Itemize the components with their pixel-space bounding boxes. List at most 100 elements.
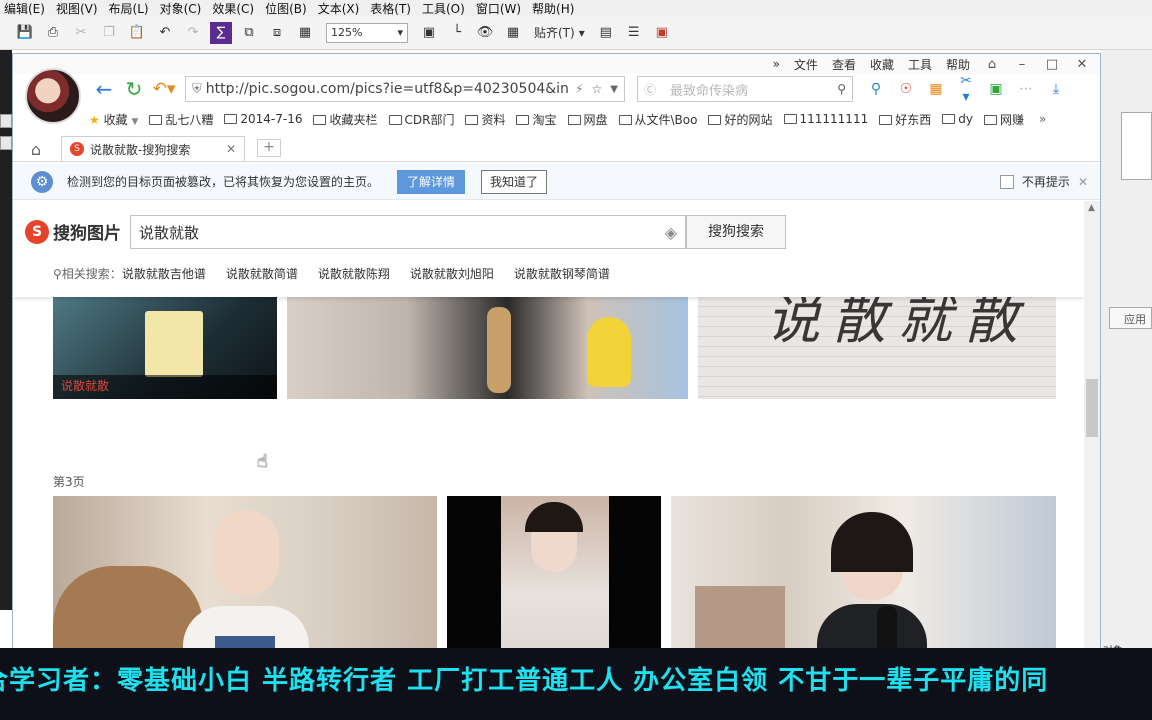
- bookmark-folder[interactable]: 资料: [465, 111, 505, 128]
- bookmark-folder[interactable]: 网赚: [983, 111, 1024, 128]
- menu-more-icon[interactable]: »: [773, 57, 780, 71]
- back-arrow-icon[interactable]: ←: [89, 77, 119, 101]
- related-link[interactable]: 说散就散钢琴简谱: [514, 265, 610, 282]
- skin-icon[interactable]: ⌂: [984, 57, 1000, 72]
- launcher-icon[interactable]: ∑: [210, 21, 232, 44]
- close-icon[interactable]: ✕: [1074, 57, 1090, 72]
- browser-menu-tools[interactable]: 工具: [908, 56, 932, 73]
- bookmark-folder[interactable]: 111111111: [783, 112, 868, 126]
- result-image-calligraphy[interactable]: 说散就散: [698, 297, 1056, 399]
- close-notice-icon[interactable]: ✕: [1078, 175, 1088, 189]
- app-menu-edit[interactable]: 编辑(E): [0, 0, 52, 17]
- result-image-girl-bear[interactable]: [53, 496, 437, 652]
- url-bar[interactable]: ⛨ http://pic.sogou.com/pics?ie=utf8&p=40…: [185, 76, 625, 102]
- learn-more-button[interactable]: 了解详情: [397, 169, 466, 194]
- ext-office-icon[interactable]: ▦: [927, 81, 945, 97]
- related-link[interactable]: 说散就散陈翔: [318, 265, 390, 282]
- new-tab-button[interactable]: +: [257, 139, 281, 157]
- view-icon[interactable]: 👁: [474, 22, 496, 44]
- ext-game-icon[interactable]: ▣: [987, 81, 1005, 97]
- image-search-input[interactable]: 说散就散 ◈: [130, 215, 686, 249]
- app-menu-layout[interactable]: 布局(L): [105, 0, 156, 17]
- apply-button[interactable]: 应用: [1109, 307, 1152, 329]
- copy-icon[interactable]: ❐: [98, 22, 120, 44]
- bookmark-folder[interactable]: 2014-7-16: [224, 112, 302, 126]
- monitor-icon[interactable]: ▣: [651, 22, 673, 44]
- bookmark-folder[interactable]: 好的网站: [708, 111, 773, 128]
- refresh-icon[interactable]: ↻: [119, 77, 149, 101]
- result-image-singer-room[interactable]: [287, 297, 688, 399]
- app-menu-window[interactable]: 窗口(W): [472, 0, 528, 17]
- page-thumbnail[interactable]: [1121, 112, 1152, 180]
- dont-remind-checkbox[interactable]: [999, 174, 1014, 189]
- result-image-girl-glasses[interactable]: [447, 496, 661, 652]
- search-icon[interactable]: ⚲: [837, 82, 846, 96]
- tab-active[interactable]: S 说散就散-搜狗搜索 ✕: [61, 136, 245, 161]
- rulers-icon[interactable]: └: [446, 22, 468, 44]
- sogou-logo[interactable]: S 搜狗图片: [25, 219, 121, 244]
- close-tab-icon[interactable]: ✕: [226, 142, 236, 156]
- search-engine-icon[interactable]: Ⓒ: [644, 81, 656, 98]
- home-icon[interactable]: ⌂: [21, 137, 51, 161]
- bookmark-favorites[interactable]: ★ 收藏 ▼: [89, 111, 138, 128]
- browser-menu-help[interactable]: 帮助: [946, 56, 970, 73]
- app-menu-text[interactable]: 文本(X): [314, 0, 367, 17]
- app-menu-tools[interactable]: 工具(O): [418, 0, 472, 17]
- lightning-icon[interactable]: ⚡: [575, 82, 583, 96]
- settings-icon[interactable]: ☰: [623, 22, 645, 44]
- related-link[interactable]: 说散就散吉他谱: [122, 267, 206, 281]
- undo-icon[interactable]: ↶: [154, 22, 176, 44]
- app-menu-effects[interactable]: 效果(C): [208, 0, 261, 17]
- browser-search-box[interactable]: Ⓒ 最致命传染病 ⚲: [637, 76, 853, 102]
- star-icon[interactable]: ☆: [592, 82, 603, 96]
- options-icon[interactable]: ▤: [595, 22, 617, 44]
- paste-icon[interactable]: 📋: [126, 22, 148, 44]
- result-image-tea[interactable]: 说散就散: [53, 297, 277, 399]
- bookmark-folder[interactable]: 好东西: [879, 111, 931, 128]
- redo-icon[interactable]: ↷: [182, 22, 204, 44]
- related-link[interactable]: 说散就散简谱: [226, 265, 298, 282]
- app-menu-view[interactable]: 视图(V): [52, 0, 105, 17]
- camera-icon[interactable]: ◈: [665, 223, 677, 242]
- panel-tab[interactable]: [0, 136, 12, 150]
- grid-icon[interactable]: ▦: [502, 22, 524, 44]
- undo-close-icon[interactable]: ↶▾: [149, 77, 179, 101]
- got-it-button[interactable]: 我知道了: [481, 169, 548, 194]
- publish-icon[interactable]: ▦: [294, 22, 316, 44]
- app-menu-help[interactable]: 帮助(H): [528, 0, 581, 17]
- user-avatar[interactable]: [25, 68, 81, 124]
- save-icon[interactable]: 💾: [14, 22, 36, 44]
- screenshot-icon[interactable]: ✂▾: [957, 73, 975, 105]
- bookmark-folder[interactable]: dy: [942, 112, 973, 126]
- print-icon[interactable]: ⎙: [42, 22, 64, 44]
- app-menu-bitmaps[interactable]: 位图(B): [261, 0, 314, 17]
- result-image-girl-studio[interactable]: [671, 496, 1056, 652]
- bookmarks-more-icon[interactable]: »: [1039, 112, 1046, 126]
- app-menu-object[interactable]: 对象(C): [156, 0, 209, 17]
- maximize-icon[interactable]: □: [1044, 57, 1060, 72]
- more-icon[interactable]: ⋯: [1017, 81, 1035, 97]
- bookmark-folder[interactable]: 收藏夹栏: [313, 111, 378, 128]
- scrollbar-thumb[interactable]: [1086, 379, 1098, 437]
- cut-icon[interactable]: ✂: [70, 22, 92, 44]
- page-scrollbar[interactable]: ▲: [1084, 201, 1100, 652]
- bookmark-folder[interactable]: 从文件\Boo: [618, 111, 697, 128]
- browser-menu-view[interactable]: 查看: [832, 56, 856, 73]
- ext-security-icon[interactable]: ☉: [897, 81, 915, 97]
- bookmark-folder[interactable]: CDR部门: [388, 111, 454, 128]
- export-icon[interactable]: ⧈: [266, 22, 288, 44]
- import-icon[interactable]: ⧉: [238, 22, 260, 44]
- related-link[interactable]: 说散就散刘旭阳: [410, 265, 494, 282]
- full-screen-icon[interactable]: ▣: [418, 22, 440, 44]
- minimize-icon[interactable]: –: [1014, 57, 1030, 72]
- snap-to-select[interactable]: 贴齐(T) ▾: [530, 24, 589, 41]
- ext-search-icon[interactable]: ⚲: [867, 81, 885, 97]
- app-menu-table[interactable]: 表格(T): [366, 0, 418, 17]
- chevron-down-icon[interactable]: ▼: [610, 84, 618, 95]
- panel-tab[interactable]: [0, 114, 12, 128]
- bookmark-folder[interactable]: 淘宝: [516, 111, 557, 128]
- scroll-up-icon[interactable]: ▲: [1088, 203, 1095, 213]
- zoom-select[interactable]: 125% ▾: [326, 22, 408, 43]
- download-icon[interactable]: ⤓: [1047, 81, 1065, 97]
- sogou-search-button[interactable]: 搜狗搜索: [686, 215, 786, 249]
